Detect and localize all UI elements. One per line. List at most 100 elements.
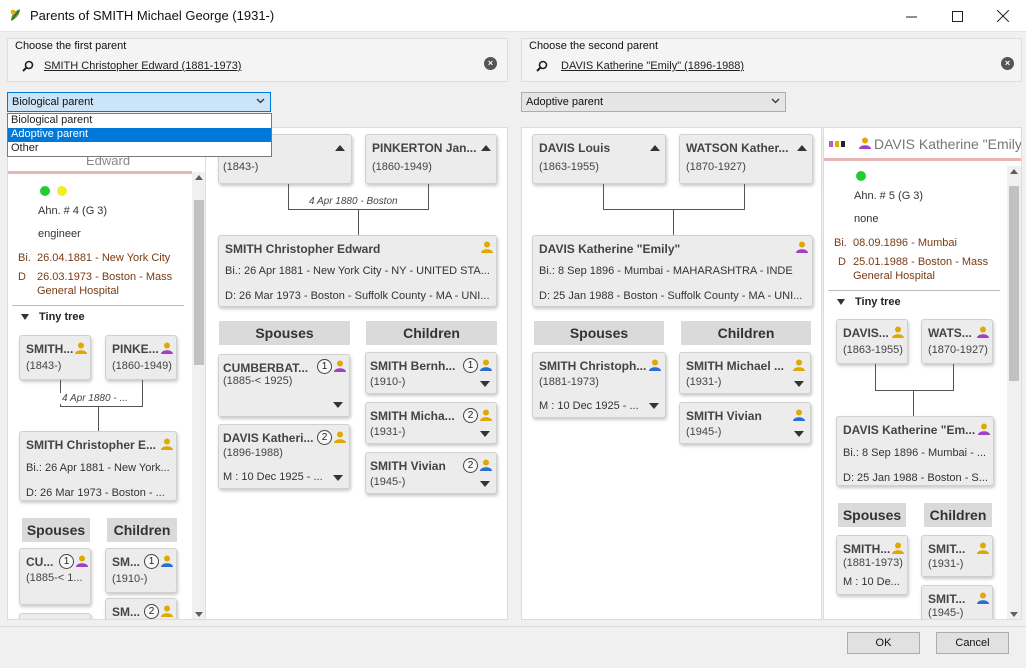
- clear-icon[interactable]: ×: [484, 57, 497, 70]
- tiny-father-card[interactable]: DAVIS... (1863-1955): [836, 319, 908, 364]
- person-icon: [161, 342, 173, 354]
- child-card[interactable]: SM... 2: [105, 598, 177, 619]
- person-years: (1881-1973): [843, 557, 903, 569]
- collapse-icon[interactable]: [837, 299, 845, 305]
- close-icon: [997, 10, 1009, 22]
- spouses-header: Spouses: [838, 503, 906, 527]
- person-years: (1843-): [26, 360, 62, 372]
- second-parent-label: Choose the second parent: [529, 40, 659, 52]
- dropdown-option-other[interactable]: Other: [8, 142, 271, 156]
- child-card[interactable]: SMITH Vivian (1945-): [679, 402, 811, 444]
- chevron-down-icon[interactable]: [794, 381, 804, 387]
- person-years: (1910-): [112, 573, 148, 585]
- minimize-button[interactable]: [888, 0, 934, 32]
- spouse-card[interactable]: SMITH Christoph... (1881-1973) M : 10 De…: [532, 352, 666, 418]
- spouse-card[interactable]: DAVIS Katheri... 2 (1896-1988) M : 10 De…: [218, 424, 350, 489]
- scroll-thumb[interactable]: [194, 200, 204, 365]
- color-tag: [829, 141, 833, 147]
- tiny-father-card[interactable]: SMITH... (1843-): [19, 335, 91, 380]
- chevron-up-icon[interactable]: [481, 145, 491, 151]
- clear-icon[interactable]: ×: [1001, 57, 1014, 70]
- chevron-up-icon[interactable]: [797, 145, 807, 151]
- birth-key: Bi.: [18, 252, 31, 264]
- person-name: SM...: [112, 605, 141, 619]
- tiny-mother-card[interactable]: WATS... (1870-1927): [921, 319, 993, 364]
- person-name: WATSON Kather...: [686, 141, 789, 155]
- spouse-card[interactable]: [19, 613, 91, 619]
- close-button[interactable]: [980, 0, 1026, 32]
- person-card[interactable]: SMITH Christopher Edward Bi.: 26 Apr 188…: [218, 235, 497, 307]
- chevron-up-icon[interactable]: [650, 145, 660, 151]
- search-icon[interactable]: [536, 60, 548, 72]
- scroll-down-icon[interactable]: [1010, 612, 1018, 617]
- chevron-down-icon[interactable]: [480, 481, 490, 487]
- child-card[interactable]: SMIT... (1945-): [921, 585, 993, 619]
- person-icon: [892, 542, 904, 554]
- person-years: (1885-< 1...: [26, 572, 83, 584]
- order-badge: 1: [144, 554, 159, 569]
- spouse-card[interactable]: SMITH... (1881-1973) M : 10 De...: [836, 535, 908, 595]
- tiny-person-card[interactable]: DAVIS Katherine "Em... Bi.: 8 Sep 1896 -…: [836, 416, 994, 486]
- maximize-button[interactable]: [934, 0, 980, 32]
- father-card[interactable]: DAVIS Louis (1863-1955): [532, 134, 666, 184]
- tiny-tree-label: Tiny tree: [855, 296, 901, 308]
- scroll-up-icon[interactable]: [1010, 169, 1018, 174]
- person-icon: [481, 241, 493, 253]
- person-death: D: 26 Mar 1973 - Boston - Suffolk County…: [225, 290, 490, 302]
- first-relation-combo[interactable]: Biological parent: [7, 92, 271, 112]
- scroll-thumb[interactable]: [1009, 186, 1019, 381]
- person-icon: [859, 137, 871, 149]
- spouses-header: Spouses: [219, 321, 350, 345]
- person-name: DAVIS Louis: [539, 141, 611, 155]
- person-years: (1860-1949): [372, 161, 432, 173]
- person-icon: [161, 438, 173, 450]
- chevron-down-icon[interactable]: [480, 431, 490, 437]
- chevron-down-icon[interactable]: [333, 475, 343, 481]
- color-tag: [841, 141, 845, 147]
- chevron-up-icon[interactable]: [335, 145, 345, 151]
- person-card[interactable]: DAVIS Katherine "Emily" Bi.: 8 Sep 1896 …: [532, 235, 813, 307]
- chevron-down-icon[interactable]: [794, 431, 804, 437]
- second-relation-combo[interactable]: Adoptive parent: [521, 92, 786, 112]
- chevron-down-icon[interactable]: [333, 402, 343, 408]
- color-tag: [835, 141, 839, 147]
- mother-card[interactable]: PINKERTON Jan... (1860-1949): [365, 134, 497, 184]
- occupation: none: [854, 213, 879, 225]
- child-card[interactable]: SMITH Micha... 2 (1931-): [365, 402, 497, 444]
- tiny-person-card[interactable]: SMITH Christopher E... Bi.: 26 Apr 1881 …: [19, 431, 177, 501]
- ok-button[interactable]: OK: [847, 632, 920, 654]
- person-name: SMITH Vivian: [686, 409, 762, 423]
- sidebar-scrollbar[interactable]: [1007, 166, 1021, 619]
- tiny-mother-card[interactable]: PINKE... (1860-1949): [105, 335, 177, 380]
- tree-connector: [98, 406, 99, 431]
- mother-card[interactable]: WATSON Kather... (1870-1927): [679, 134, 813, 184]
- first-parent-label: Choose the first parent: [15, 40, 127, 52]
- scroll-down-icon[interactable]: [195, 612, 203, 617]
- chevron-down-icon[interactable]: [480, 381, 490, 387]
- person-name: SMITH...: [843, 542, 891, 556]
- search-icon[interactable]: [22, 60, 34, 72]
- person-name: SMITH Bernh...: [370, 359, 456, 373]
- second-parent-selection[interactable]: DAVIS Katherine "Emily" (1896-1988): [561, 60, 744, 72]
- scroll-up-icon[interactable]: [195, 175, 203, 180]
- spouse-card[interactable]: CU... 1 (1885-< 1...: [19, 548, 91, 605]
- person-name: SMITH...: [26, 342, 74, 356]
- chevron-down-icon[interactable]: [649, 403, 659, 409]
- first-parent-selection[interactable]: SMITH Christopher Edward (1881-1973): [44, 60, 241, 72]
- child-card[interactable]: SMITH Vivian 2 (1945-): [365, 452, 497, 494]
- cancel-button[interactable]: Cancel: [936, 632, 1009, 654]
- sidebar-scrollbar[interactable]: [192, 172, 205, 619]
- death-key: D: [838, 256, 846, 268]
- collapse-icon[interactable]: [21, 314, 29, 320]
- sidebar-name-header: DAVIS Katherine "Emily": [824, 128, 1021, 161]
- status-dot: [856, 171, 866, 181]
- child-card[interactable]: SMITH Bernh... 1 (1910-): [365, 352, 497, 394]
- dropdown-option-adoptive[interactable]: Adoptive parent: [8, 128, 271, 142]
- dropdown-option-biological[interactable]: Biological parent: [8, 114, 271, 128]
- person-years: (1885-< 1925): [223, 375, 293, 387]
- tree-connector: [288, 184, 289, 209]
- spouse-card[interactable]: CUMBERBAT... 1 (1885-< 1925): [218, 354, 350, 417]
- child-card[interactable]: SM... 1 (1910-): [105, 548, 177, 593]
- child-card[interactable]: SMITH Michael ... (1931-): [679, 352, 811, 394]
- child-card[interactable]: SMIT... (1931-): [921, 535, 993, 577]
